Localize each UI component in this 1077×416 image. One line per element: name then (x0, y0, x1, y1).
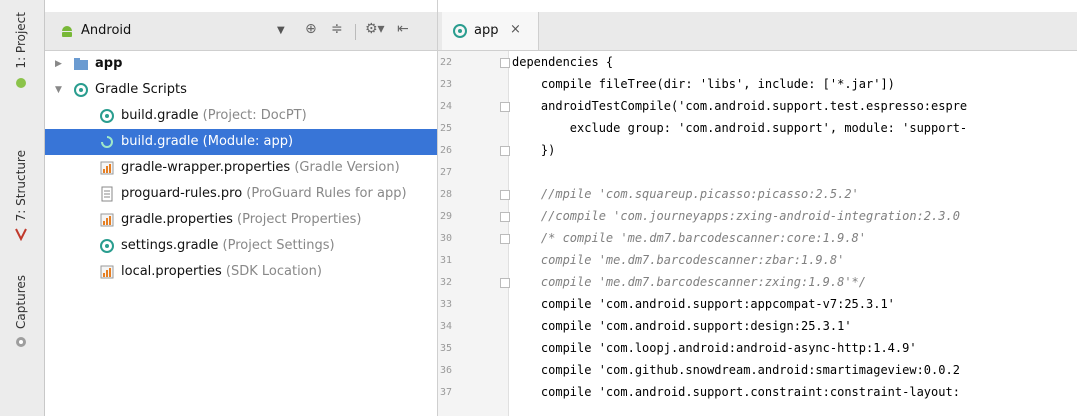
code-line-comment: compile 'me.dm7.barcodescanner:zbar:1.9.… (512, 253, 845, 267)
tree-item-build-gradle-project[interactable]: build.gradle (Project: DocPT) (45, 103, 437, 129)
camera-icon (16, 336, 26, 347)
code-line: compile 'com.android.support:design:25.3… (512, 319, 852, 333)
properties-file-icon (100, 161, 114, 175)
tree-item-detail: (Project Settings) (218, 238, 335, 253)
line-number: 27 (440, 167, 453, 178)
line-number: 22 (440, 57, 453, 68)
toolbar-separator (355, 24, 356, 40)
code-line: compile 'com.github.snowdream.android:sm… (512, 363, 960, 377)
tree-item-gradle-scripts[interactable]: ▼ Gradle Scripts (45, 77, 437, 103)
gradle-file-icon (100, 239, 114, 253)
code-line: exclude group: 'com.android.support', mo… (512, 121, 968, 135)
tab-label: app (474, 23, 499, 38)
tree-item-label: proguard-rules.pro (121, 186, 243, 201)
tree-item-label: build.gradle (Module: app) (121, 134, 294, 149)
tree-item-detail: (Project Properties) (232, 212, 362, 227)
tree-item-gradle-properties[interactable]: gradle.properties (Project Properties) (45, 207, 437, 233)
tree-item-label: local.properties (121, 264, 222, 279)
tree-item-label: settings.gradle (121, 238, 219, 253)
structure-tool-label: 7: Structure (14, 150, 28, 222)
android-icon (16, 77, 26, 88)
code-line-comment: //mpile 'com.squareup.picasso:picasso:2.… (512, 187, 859, 201)
project-tool-button[interactable]: 1: Project (8, 12, 34, 89)
code-area[interactable]: dependencies { compile fileTree(dir: 'li… (508, 51, 1077, 416)
chevron-down-icon[interactable]: ▼ (277, 25, 285, 36)
editor-tab-bar: app × (438, 12, 1077, 51)
line-number: 34 (440, 321, 453, 332)
tree-item-detail: (SDK Location) (221, 264, 322, 279)
line-number: 26 (440, 145, 453, 156)
code-line: compile 'com.loopj.android:android-async… (512, 341, 917, 355)
view-selector[interactable]: Android (81, 23, 131, 38)
line-number: 23 (440, 79, 453, 90)
tree-item-build-gradle-module[interactable]: build.gradle (Module: app) (45, 129, 437, 155)
text-file-icon (101, 186, 113, 202)
tree-item-label: app (95, 56, 123, 71)
code-line: }) (512, 143, 556, 157)
structure-icon (15, 228, 27, 242)
line-number: 31 (440, 255, 453, 266)
hide-panel-icon[interactable]: ⇤ (397, 21, 409, 37)
chevron-down-icon[interactable]: ▼ (55, 85, 62, 95)
code-line: dependencies { (512, 55, 614, 69)
line-number: 25 (440, 123, 453, 134)
tool-window-strip: 1: Project 7: Structure Captures (0, 0, 45, 416)
captures-tool-label: Captures (14, 275, 28, 329)
gradle-file-icon (101, 136, 113, 148)
gradle-icon (453, 24, 467, 38)
close-icon[interactable]: × (510, 22, 521, 37)
line-number: 33 (440, 299, 453, 310)
code-line-comment: /* compile 'me.dm7.barcodescanner:core:1… (512, 231, 867, 245)
captures-tool-button[interactable]: Captures (8, 275, 34, 349)
android-icon (62, 26, 72, 37)
tree-item-label: gradle.properties (121, 212, 233, 227)
locate-icon[interactable]: ⊕ (305, 21, 317, 37)
tree-item-label: build.gradle (121, 108, 199, 123)
tree-item-detail: (Project: DocPT) (198, 108, 307, 123)
tree-item-gradle-wrapper-properties[interactable]: gradle-wrapper.properties (Gradle Versio… (45, 155, 437, 181)
code-line: androidTestCompile('com.android.support.… (512, 99, 968, 113)
collapse-all-icon[interactable]: ≑ (331, 21, 343, 37)
code-editor: app × 22 23 24 25 26 27 28 29 30 31 32 3… (438, 0, 1077, 416)
tree-item-local-properties[interactable]: local.properties (SDK Location) (45, 259, 437, 285)
tree-item-settings-gradle[interactable]: settings.gradle (Project Settings) (45, 233, 437, 259)
line-number: 24 (440, 101, 453, 112)
structure-tool-button[interactable]: 7: Structure (8, 150, 34, 242)
line-number: 36 (440, 365, 453, 376)
gradle-file-icon (100, 109, 114, 123)
line-number: 30 (440, 233, 453, 244)
line-number: 37 (440, 387, 453, 398)
tree-item-label: Gradle Scripts (95, 82, 187, 97)
tree-item-label: gradle-wrapper.properties (121, 160, 291, 175)
tree-item-detail: (Gradle Version) (290, 160, 400, 175)
tab-app[interactable]: app × (442, 12, 539, 50)
project-panel-toolbar: Android ▼ ⊕ ≑ ⚙▾ ⇤ (45, 12, 437, 51)
properties-file-icon (100, 265, 114, 279)
line-number: 35 (440, 343, 453, 354)
properties-file-icon (100, 213, 114, 227)
code-line-comment: //compile 'com.journeyapps:zxing-android… (512, 209, 960, 223)
code-line: compile 'com.android.support:appcompat-v… (512, 297, 895, 311)
tree-item-proguard-rules[interactable]: proguard-rules.pro (ProGuard Rules for a… (45, 181, 437, 207)
tree-item-app[interactable]: ▶ app (45, 51, 437, 77)
gradle-icon (74, 83, 88, 97)
line-number: 28 (440, 189, 453, 200)
tree-item-detail: (ProGuard Rules for app) (242, 186, 407, 201)
project-panel: Android ▼ ⊕ ≑ ⚙▾ ⇤ ▶ app ▼ Gradle Script… (45, 0, 438, 416)
chevron-right-icon[interactable]: ▶ (55, 59, 62, 69)
code-line-comment: compile 'me.dm7.barcodescanner:zxing:1.9… (512, 275, 867, 289)
line-number-gutter: 22 23 24 25 26 27 28 29 30 31 32 33 34 3… (438, 51, 510, 416)
module-folder-icon (74, 58, 88, 70)
code-line: compile fileTree(dir: 'libs', include: [… (512, 77, 895, 91)
code-line: compile 'com.android.support.constraint:… (512, 385, 960, 399)
project-tool-label: 1: Project (14, 12, 28, 69)
gear-icon[interactable]: ⚙▾ (365, 21, 385, 37)
line-number: 29 (440, 211, 453, 222)
line-number: 32 (440, 277, 453, 288)
